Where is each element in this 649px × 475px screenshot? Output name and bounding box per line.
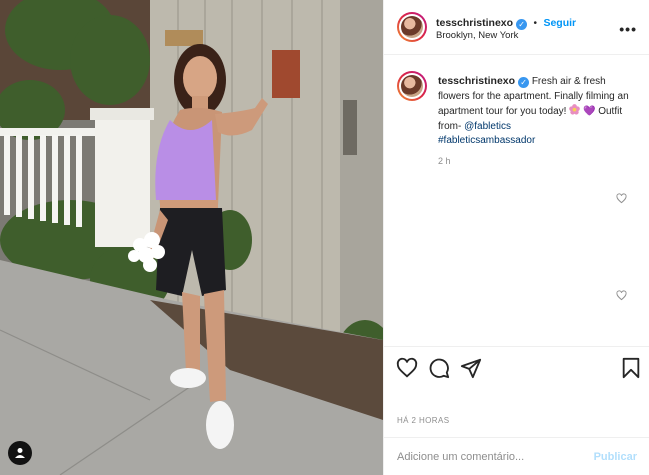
verified-badge-icon: ✓ bbox=[518, 77, 530, 88]
post-timestamp[interactable]: HÁ 2 HORAS bbox=[397, 416, 449, 425]
mention-link[interactable]: @fabletics bbox=[464, 121, 511, 132]
tag-people-button[interactable] bbox=[8, 441, 32, 465]
comment-box: Publicar bbox=[384, 437, 649, 475]
flower-emoji-icon bbox=[569, 104, 581, 115]
more-options-icon[interactable]: ••• bbox=[619, 21, 637, 37]
caption-username[interactable]: tesschristinexo bbox=[438, 75, 515, 87]
location-link[interactable]: Brooklyn, New York bbox=[436, 30, 518, 41]
verified-badge-icon: ✓ bbox=[516, 19, 528, 30]
hashtag-link[interactable]: #fableticsambassador bbox=[438, 135, 535, 146]
user-tag-icon bbox=[15, 448, 25, 458]
comment-icon[interactable] bbox=[428, 357, 450, 379]
header-user-line: tesschristinexo ✓ • Seguir bbox=[436, 13, 576, 31]
comment-like-heart-icon[interactable] bbox=[616, 193, 627, 204]
paper-plane-icon[interactable] bbox=[460, 357, 482, 379]
avatar[interactable] bbox=[397, 12, 427, 42]
post-header: tesschristinexo ✓ • Seguir Brooklyn, New … bbox=[384, 0, 649, 55]
post-photo[interactable] bbox=[0, 0, 383, 475]
caption-avatar[interactable] bbox=[397, 71, 427, 101]
username-link[interactable]: tesschristinexo bbox=[436, 17, 513, 29]
bookmark-icon[interactable] bbox=[620, 357, 642, 379]
instagram-post: tesschristinexo ✓ • Seguir Brooklyn, New … bbox=[0, 0, 649, 475]
heart-icon[interactable] bbox=[396, 357, 418, 379]
comment-input[interactable] bbox=[397, 448, 577, 466]
comment-like-heart-icon[interactable] bbox=[616, 290, 627, 301]
caption-age[interactable]: 2 h bbox=[438, 156, 451, 166]
publish-button[interactable]: Publicar bbox=[594, 451, 637, 463]
action-bar bbox=[384, 346, 649, 407]
post-caption: tesschristinexo ✓ Fresh air & fresh flowe… bbox=[438, 74, 638, 149]
purple-heart-emoji: 💜 bbox=[582, 106, 596, 117]
photo-illustration bbox=[0, 0, 383, 475]
post-side-panel: tesschristinexo ✓ • Seguir Brooklyn, New … bbox=[383, 0, 649, 475]
separator-dot: • bbox=[533, 18, 538, 29]
follow-button[interactable]: Seguir bbox=[543, 17, 576, 29]
